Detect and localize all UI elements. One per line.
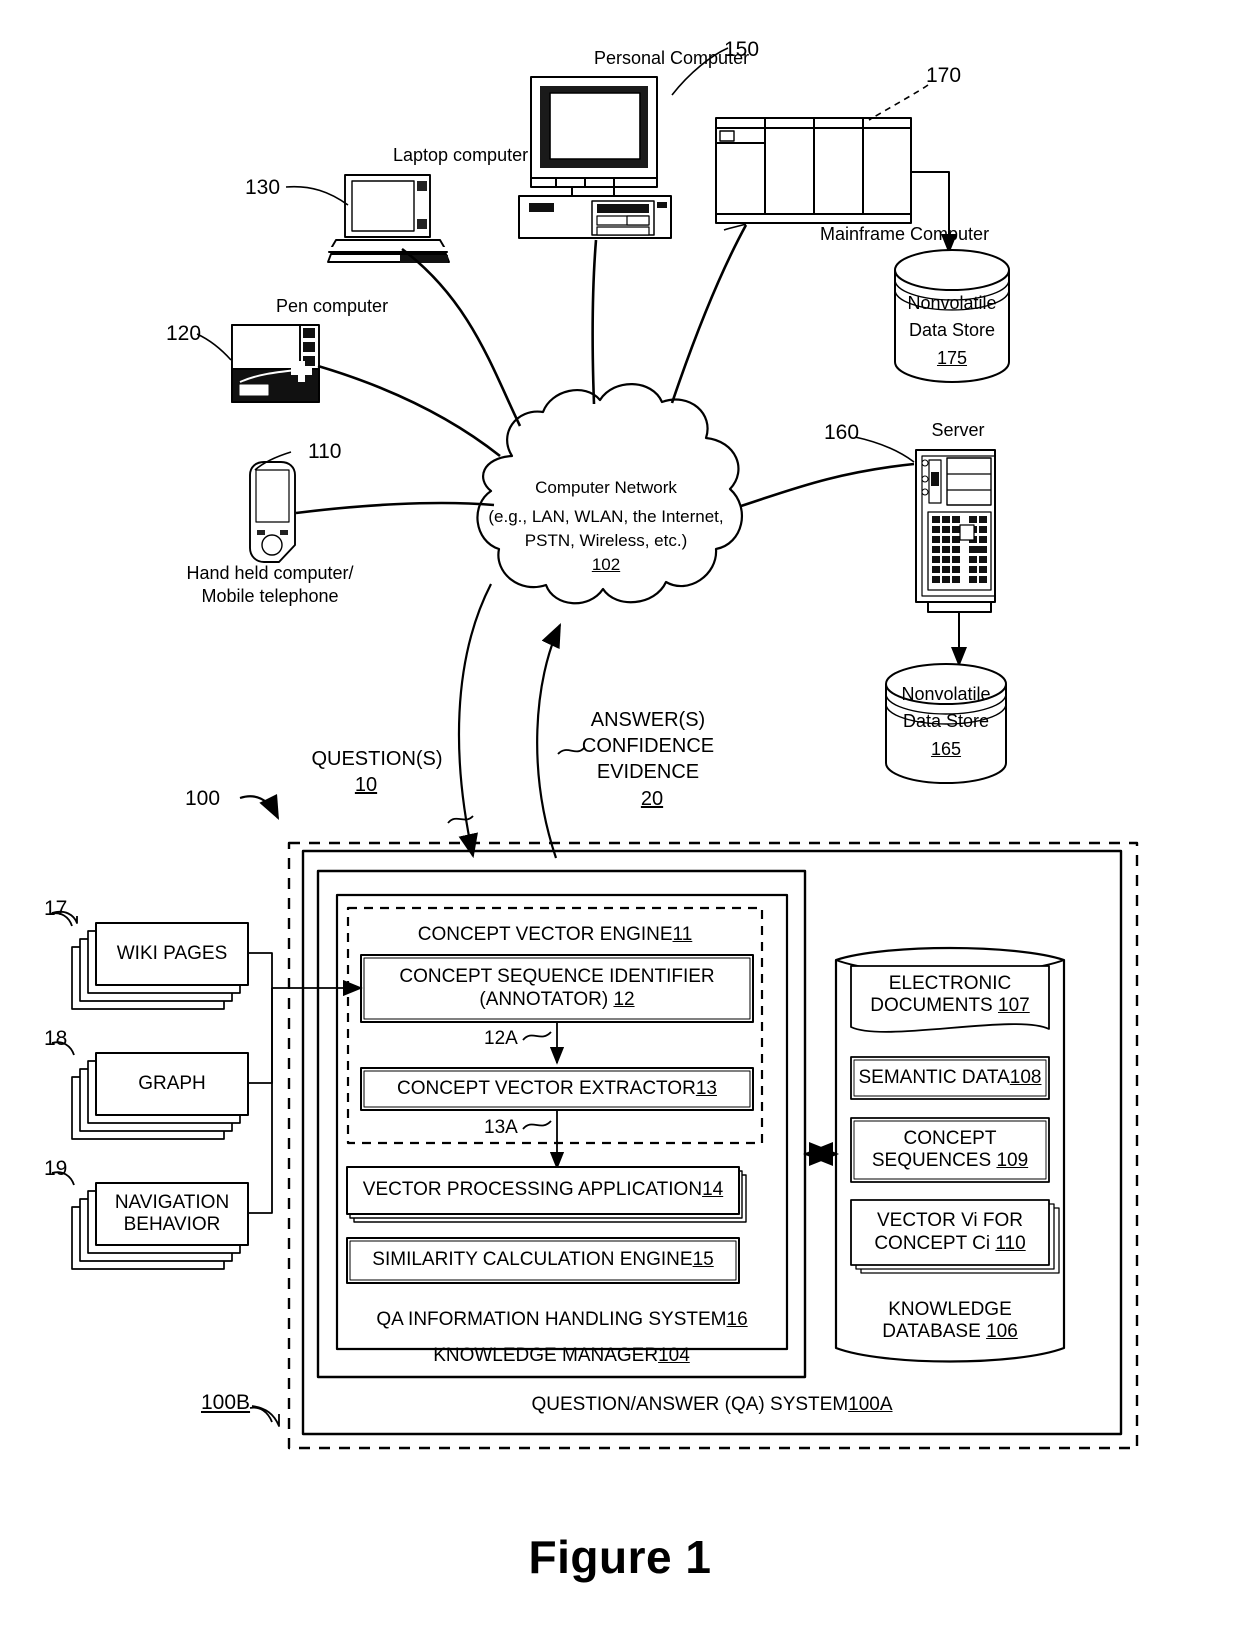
db-item-107-label: ELECTRONIC DOCUMENTS 107 xyxy=(851,966,1049,1024)
data-store-165-line2: Data Store xyxy=(902,711,990,731)
db-109-line1: CONCEPT xyxy=(903,1127,997,1149)
network-label-line2: (e.g., LAN, WLAN, the Internet, xyxy=(488,507,724,526)
device-label-pen-computer: Pen computer xyxy=(276,296,389,316)
data-store-175-ref: 175 xyxy=(936,348,968,368)
ref-120: 120 xyxy=(166,322,202,345)
data-store-175-line1: Nonvolatile xyxy=(907,293,997,313)
db-107-line1: ELECTRONIC xyxy=(888,972,1012,994)
desktop-computer-icon xyxy=(518,76,672,239)
module-13-ref: 13 xyxy=(695,1077,717,1099)
network-label-line1: Computer Network xyxy=(535,478,677,497)
answer-label-line2: CONFIDENCE xyxy=(581,735,715,757)
link-pc-cloud xyxy=(591,239,598,405)
ref-160: 160 xyxy=(824,421,860,444)
db-107-line2: DOCUMENTS 107 xyxy=(870,995,1030,1016)
ref-110: 110 xyxy=(308,440,342,463)
qa-ihs-ref: 16 xyxy=(726,1308,748,1330)
module-13-text: CONCEPT VECTOR EXTRACTOR xyxy=(397,1077,696,1099)
module-15-text: SIMILARITY CALCULATION ENGINE xyxy=(372,1249,693,1271)
link-mainframe-cloud xyxy=(670,224,748,404)
link-handheld-cloud xyxy=(295,501,495,515)
link-server-cloud xyxy=(740,462,915,508)
question-arrow xyxy=(457,583,492,859)
input-label-graph: GRAPH xyxy=(138,1072,206,1094)
connector-13A: 13A xyxy=(484,1117,518,1138)
knowledge-manager-label: KNOWLEDGE MANAGER 104 xyxy=(318,1338,805,1374)
ref-17: 17 xyxy=(44,897,68,920)
device-label-mainframe: Mainframe Computer xyxy=(820,224,990,244)
data-store-165-ref: 165 xyxy=(930,739,962,759)
ref-100: 100 xyxy=(185,787,221,810)
data-store-175-line2: Data Store xyxy=(908,320,996,340)
network-label-line3: PSTN, Wireless, etc.) xyxy=(524,531,688,550)
db-109-line2: SEQUENCES 109 xyxy=(871,1150,1029,1171)
answer-label-line3: EVIDENCE xyxy=(596,761,700,783)
ref-100B: 100B xyxy=(201,1391,251,1414)
laptop-icon xyxy=(327,174,450,263)
ref-130: 130 xyxy=(245,176,281,199)
kdb-line1: KNOWLEDGE xyxy=(888,1298,1012,1320)
cve-label: CONCEPT VECTOR ENGINE xyxy=(417,923,673,945)
km-ref: 104 xyxy=(658,1344,690,1366)
module-12-label: CONCEPT SEQUENCE IDENTIFIER (ANNOTATOR) … xyxy=(361,955,753,1022)
link-pen-cloud xyxy=(317,364,501,458)
module-14-text: VECTOR PROCESSING APPLICATION xyxy=(362,1179,703,1201)
qa-system-ref: 100A xyxy=(848,1393,893,1415)
device-label-handheld: Hand held computer/ xyxy=(186,563,354,583)
answer-arrow xyxy=(536,623,561,859)
answer-label-line1: ANSWER(S) xyxy=(590,709,706,731)
db-108-ref: 108 xyxy=(1009,1066,1042,1088)
handheld-phone-icon xyxy=(249,461,296,563)
qa-ihs-label: QA INFORMATION HANDLING SYSTEM 16 xyxy=(337,1300,787,1340)
module-14-ref: 14 xyxy=(702,1179,724,1201)
qa-ihs-text: QA INFORMATION HANDLING SYSTEM xyxy=(376,1308,727,1330)
ref-170: 170 xyxy=(926,64,962,87)
network-ref-102: 102 xyxy=(591,555,621,574)
device-label-laptop: Laptop computer xyxy=(393,145,529,165)
km-text: KNOWLEDGE MANAGER xyxy=(433,1344,659,1366)
ref-18: 18 xyxy=(44,1027,68,1050)
answer-ref: 20 xyxy=(640,788,664,810)
db-110-line1: VECTOR Vi FOR xyxy=(876,1210,1024,1232)
db-110-line2: CONCEPT Ci 110 xyxy=(874,1232,1026,1254)
ref-150: 150 xyxy=(724,38,760,61)
db-108-text: SEMANTIC DATA xyxy=(858,1066,1010,1088)
mainframe-icon xyxy=(715,117,912,224)
server-icon xyxy=(915,449,996,613)
db-item-109-label: CONCEPT SEQUENCES 109 xyxy=(851,1118,1049,1182)
cve-ref: 11 xyxy=(672,923,693,945)
device-label-server: Server xyxy=(931,420,985,440)
ref-19: 19 xyxy=(44,1157,68,1180)
db-item-110-label: VECTOR Vi FOR CONCEPT Ci 110 xyxy=(851,1200,1049,1265)
input-label-nav: NAVIGATION BEHAVIOR xyxy=(114,1191,230,1235)
module-15-ref: 15 xyxy=(692,1249,714,1271)
module-15-label: SIMILARITY CALCULATION ENGINE 15 xyxy=(347,1238,739,1283)
knowledge-database-label: KNOWLEDGE DATABASE 106 xyxy=(836,1290,1064,1352)
figure-caption: Figure 1 xyxy=(528,1531,712,1583)
concept-vector-engine-title: CONCEPT VECTOR ENGINE 11 xyxy=(348,918,762,952)
link-laptop-cloud xyxy=(401,247,522,427)
qa-system-label: QUESTION/ANSWER (QA) SYSTEM 100A xyxy=(303,1386,1121,1424)
module-12-line2: (ANNOTATOR) 12 xyxy=(479,988,635,1010)
input-label-wiki: WIKI PAGES xyxy=(116,942,228,964)
data-store-165-line1: Nonvolatile xyxy=(901,684,991,704)
question-label: QUESTION(S) xyxy=(311,748,443,770)
device-label-handheld-2: Mobile telephone xyxy=(201,586,339,606)
db-item-108-label: SEMANTIC DATA 108 xyxy=(851,1057,1049,1099)
connector-12A: 12A xyxy=(484,1028,518,1049)
module-14-label: VECTOR PROCESSING APPLICATION 14 xyxy=(347,1167,739,1214)
question-ref: 10 xyxy=(354,774,378,796)
pen-computer-icon xyxy=(231,324,320,403)
module-12-line1: CONCEPT SEQUENCE IDENTIFIER xyxy=(399,966,715,988)
module-13-label: CONCEPT VECTOR EXTRACTOR 13 xyxy=(361,1068,753,1110)
kdb-line2: DATABASE 106 xyxy=(882,1321,1018,1342)
qa-system-text: QUESTION/ANSWER (QA) SYSTEM xyxy=(531,1393,849,1415)
